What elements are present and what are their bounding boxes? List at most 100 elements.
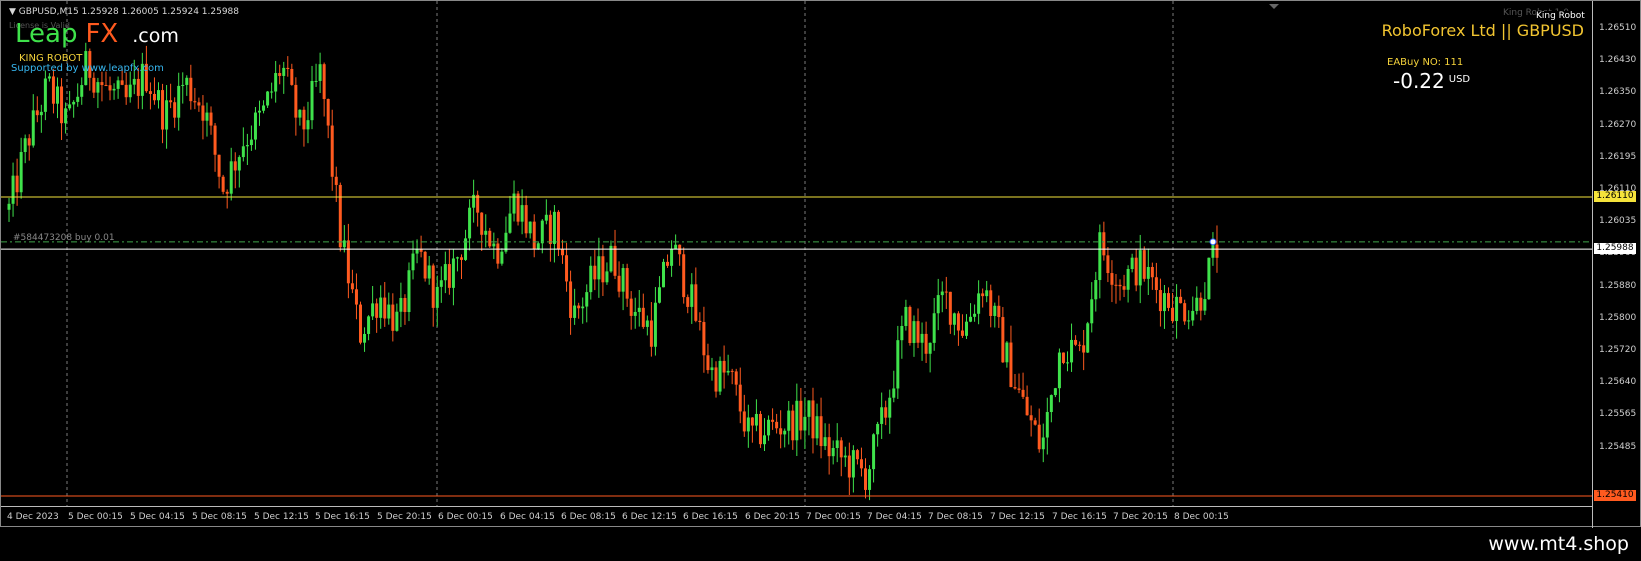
- chart-window[interactable]: 1.26510 1.26430 1.26350 1.26270 1.26195 1.261…: [0, 0, 1641, 528]
- candle-body: [629, 298, 633, 316]
- candle-body: [641, 307, 645, 327]
- candle-body: [859, 459, 863, 469]
- brand-leap: Leap: [15, 19, 78, 49]
- candlestick-chart[interactable]: [1, 1, 1592, 506]
- candle-body: [1070, 339, 1074, 363]
- chart-shift-icon[interactable]: [1269, 4, 1279, 9]
- time-tick-label: 7 Dec 20:15: [1113, 512, 1168, 522]
- candle-body: [282, 67, 286, 76]
- candle-body: [839, 440, 843, 458]
- chart-menu-icon[interactable]: ▼: [9, 7, 16, 17]
- candle-body: [714, 367, 718, 392]
- candle-body: [51, 76, 55, 104]
- candle-body: [843, 455, 847, 458]
- candle-body: [205, 112, 209, 121]
- symbol-quote: GBPUSD,M15 1.25928 1.26005 1.25924 1.259…: [18, 7, 239, 17]
- candle-body: [864, 468, 867, 490]
- candle-body: [173, 102, 177, 118]
- candle-body: [47, 76, 51, 79]
- candle-body: [258, 110, 261, 113]
- candle-body: [544, 214, 548, 221]
- candle-body: [1146, 266, 1150, 279]
- candle-body: [427, 265, 431, 279]
- candle-body: [104, 85, 108, 87]
- candle-body: [912, 321, 916, 344]
- order-label[interactable]: #584473208 buy 0.01: [13, 233, 115, 243]
- candle-body: [1037, 424, 1041, 450]
- candle-body: [64, 108, 68, 124]
- candle-body: [730, 370, 734, 372]
- time-tick-label: 5 Dec 20:15: [377, 512, 432, 522]
- candle-body: [407, 270, 411, 313]
- candle-body: [1203, 299, 1207, 311]
- candle-body: [68, 104, 72, 109]
- candle-body: [100, 82, 104, 86]
- candle-body: [746, 417, 750, 432]
- candle-body: [633, 311, 637, 316]
- candle-body: [23, 138, 27, 153]
- candle-body: [876, 423, 880, 435]
- candle-body: [952, 313, 956, 325]
- ea-badge[interactable]: King Robot: [1536, 11, 1585, 21]
- candle-body: [956, 313, 960, 331]
- candle-body: [1150, 266, 1154, 278]
- price-tick-label: 1.26270: [1599, 119, 1637, 130]
- candle-body: [682, 254, 686, 298]
- candle-body: [245, 145, 249, 147]
- candle-body: [237, 157, 241, 171]
- profit-display: -0.22 USD: [1393, 69, 1470, 93]
- time-tick-label: 5 Dec 08:15: [192, 512, 247, 522]
- candle-body: [823, 437, 827, 447]
- candle-body: [1215, 244, 1219, 258]
- candle-body: [617, 275, 621, 292]
- candle-body: [419, 249, 423, 252]
- candle-body: [1154, 277, 1158, 291]
- candle-body: [241, 146, 245, 158]
- candle-body: [831, 448, 835, 457]
- time-tick-label: 6 Dec 00:15: [438, 512, 493, 522]
- candle-body: [516, 193, 520, 222]
- candle-body: [148, 91, 152, 94]
- candle-body: [1045, 412, 1049, 438]
- candle-body: [1122, 286, 1126, 290]
- candle-body: [1090, 299, 1094, 324]
- candle-body: [193, 101, 197, 103]
- candle-body: [1183, 303, 1187, 322]
- candle-body: [783, 430, 787, 435]
- candle-body: [39, 111, 43, 116]
- candle-body: [581, 306, 585, 309]
- candle-body: [1005, 342, 1009, 363]
- candle-body: [670, 249, 674, 266]
- candle-body: [1049, 395, 1053, 413]
- candle-body: [298, 109, 302, 118]
- candle-body: [601, 256, 605, 283]
- candle-body: [1114, 284, 1118, 286]
- candle-body: [1138, 250, 1142, 286]
- time-tick-label: 6 Dec 16:15: [683, 512, 738, 522]
- candle-body: [480, 212, 484, 235]
- candle-body: [690, 284, 694, 307]
- candle-body: [120, 80, 124, 85]
- candle-body: [306, 120, 310, 130]
- candle-body: [706, 355, 710, 371]
- candle-body: [763, 435, 766, 445]
- candle-body: [443, 264, 447, 281]
- candle-body: [1110, 273, 1114, 285]
- order-marker-icon[interactable]: [1209, 238, 1217, 246]
- candle-body: [884, 407, 888, 418]
- candle-body: [1013, 387, 1017, 389]
- price-tick-label: 1.25640: [1599, 377, 1637, 388]
- candle-body: [726, 370, 730, 373]
- candle-body: [1167, 293, 1170, 308]
- candle-body: [666, 261, 670, 266]
- candle-body: [270, 91, 274, 93]
- candle-body: [847, 455, 851, 478]
- candle-body: [43, 78, 47, 112]
- candle-body: [605, 271, 609, 283]
- candle-body: [330, 125, 334, 177]
- candle-body: [96, 82, 100, 93]
- candle-body: [508, 213, 512, 233]
- candle-body: [1130, 257, 1134, 269]
- candle-body: [363, 333, 367, 343]
- candle-body: [395, 311, 399, 331]
